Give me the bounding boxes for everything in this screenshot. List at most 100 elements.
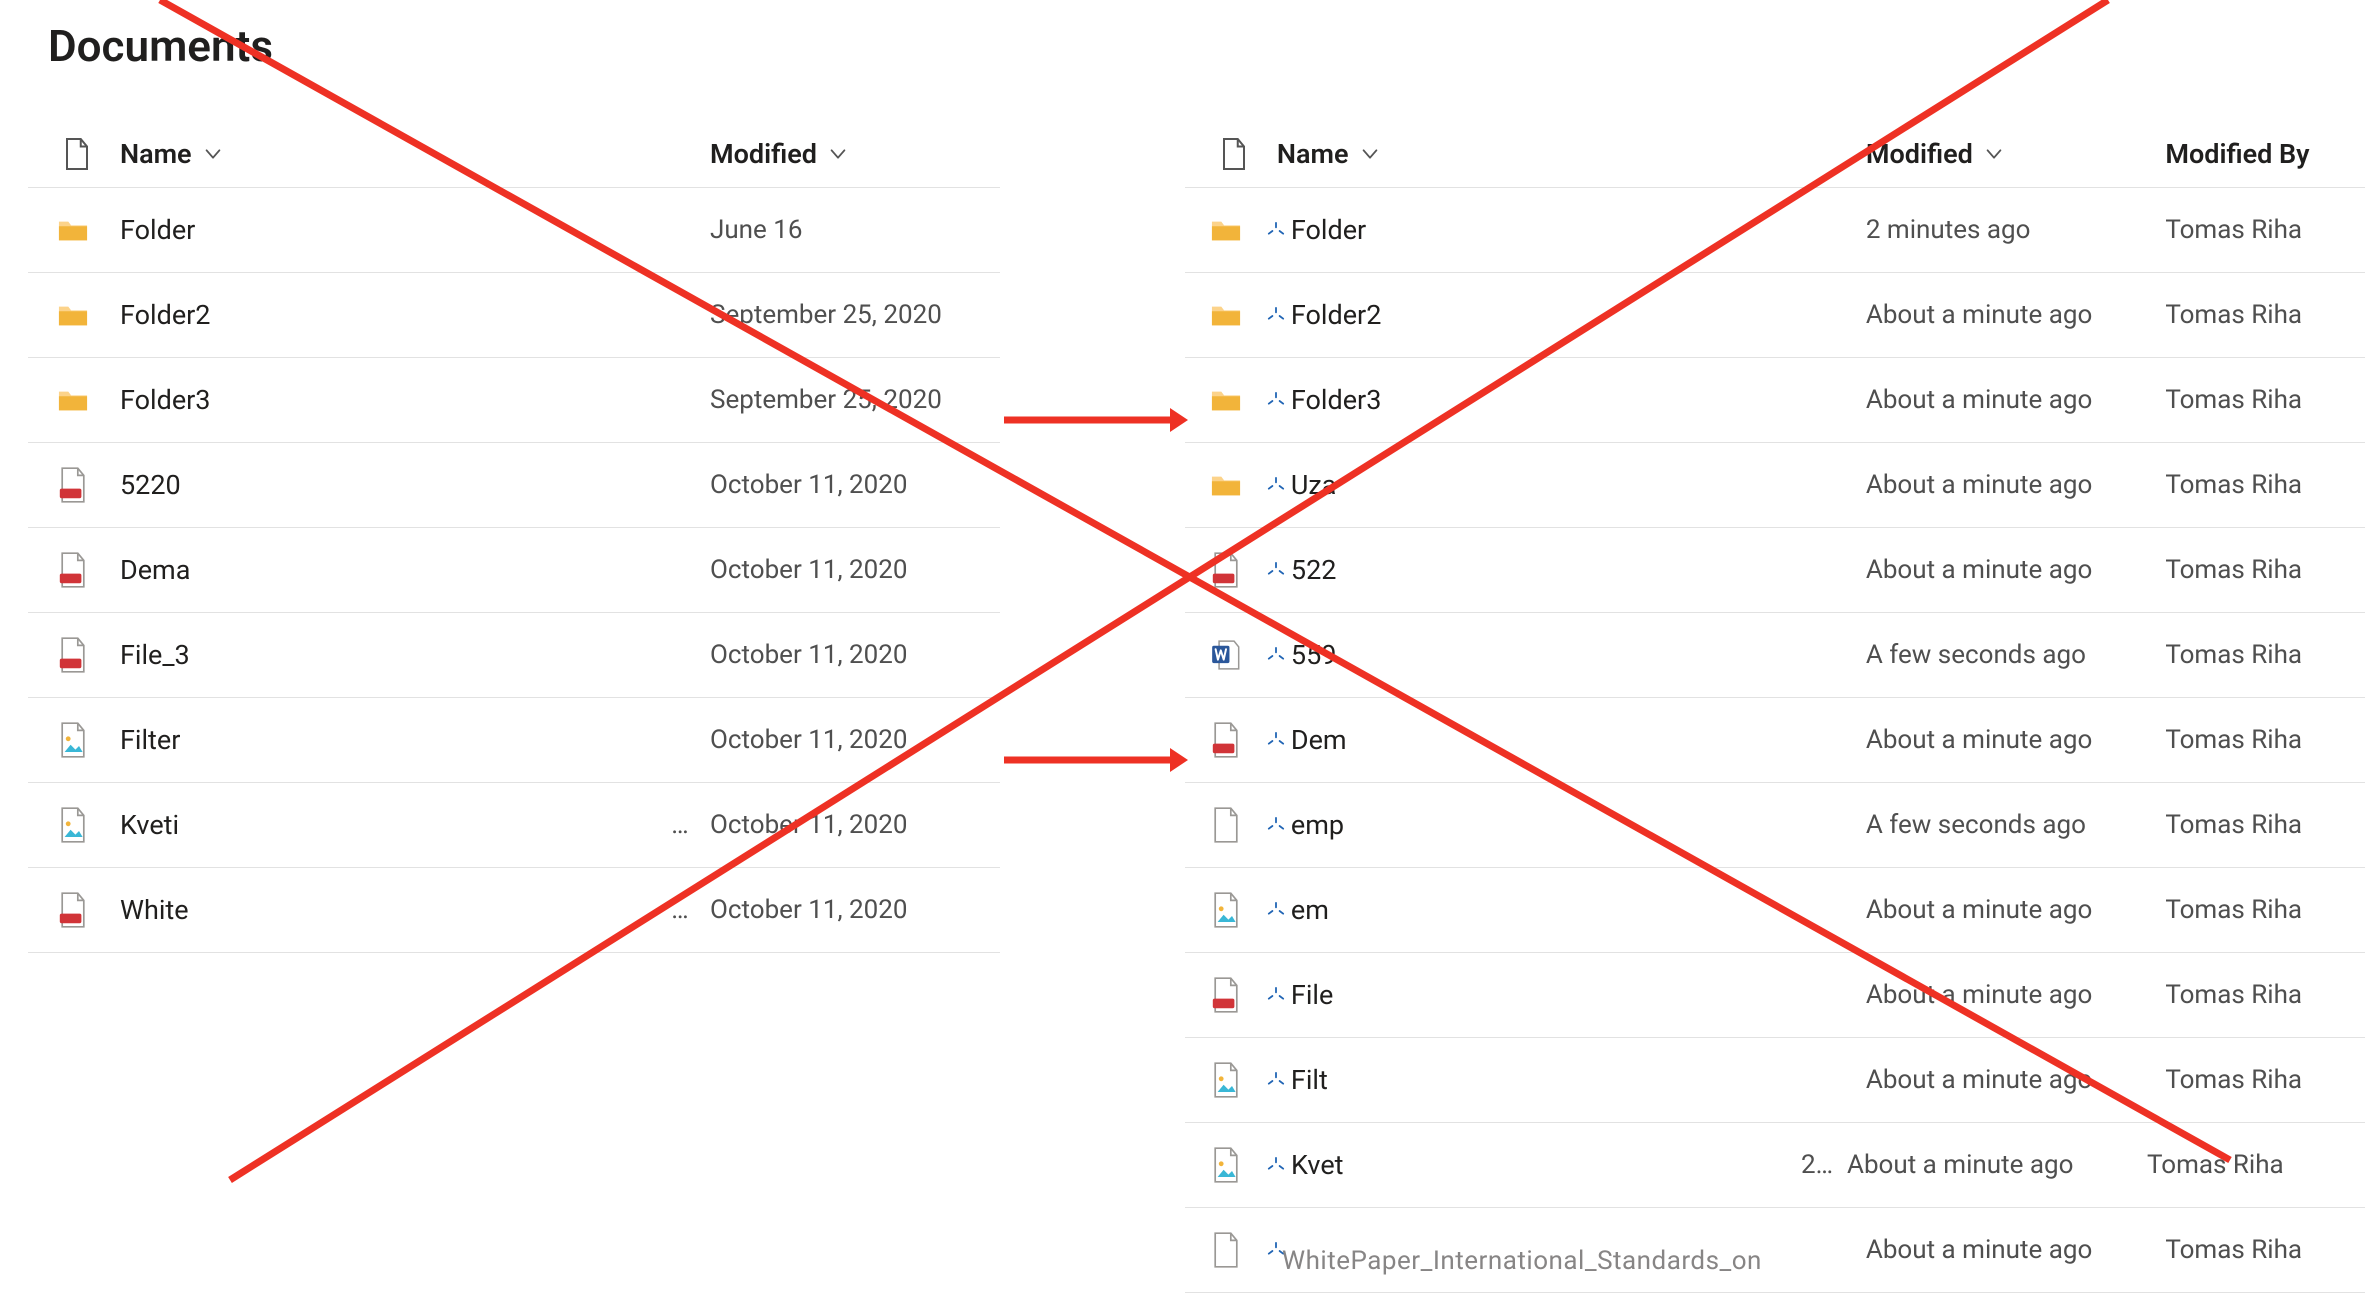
filename-cell[interactable]: Filt <box>1277 1064 1866 1096</box>
arrow-right-annotation <box>1000 405 1190 435</box>
table-row[interactable]: White…October 11, 2020 <box>28 868 1000 953</box>
modified-text: About a minute ago <box>1866 895 2092 925</box>
filename-cell[interactable]: Kvet <box>1277 1149 1787 1181</box>
modified-by-text: Tomas Riha <box>2165 555 2302 585</box>
modified-by-cell: Tomas Riha <box>2165 810 2365 840</box>
column-name[interactable]: Name <box>120 138 710 170</box>
modified-cell: About a minute ago <box>1866 895 2165 925</box>
filename-cell[interactable]: Dem <box>1277 724 1866 756</box>
row-overflow-ellipsis[interactable]: 2… <box>1787 1150 1847 1180</box>
filename-text: File <box>1291 979 1333 1011</box>
modified-text: October 11, 2020 <box>710 895 907 925</box>
filename-cell[interactable]: emp <box>1277 809 1866 841</box>
filename-cell[interactable]: Folder2 <box>120 299 710 331</box>
modified-by-text: Tomas Riha <box>2165 810 2302 840</box>
modified-cell: October 11, 2020 <box>710 640 970 670</box>
folder-icon <box>1211 382 1241 418</box>
row-overflow-ellipsis[interactable]: … <box>650 810 710 840</box>
filename-text: Folder2 <box>1291 299 1381 331</box>
modified-by-cell: Tomas Riha <box>2165 300 2365 330</box>
column-modified[interactable]: Modified <box>710 138 970 170</box>
modified-cell: About a minute ago <box>1866 555 2165 585</box>
modified-cell: June 16 <box>710 215 970 245</box>
filename-cell[interactable]: File <box>1277 979 1866 1011</box>
file-type-cell <box>1185 297 1277 333</box>
modified-by-cell: Tomas Riha <box>2165 470 2365 500</box>
file-type-cell <box>28 722 120 758</box>
table-row[interactable]: Folder2 minutes agoTomas Riha <box>1185 188 2365 273</box>
file-type-cell <box>1185 552 1277 588</box>
filename-cell[interactable]: 522 <box>1277 554 1866 586</box>
table-row[interactable]: Kvet2…About a minute agoTomas Riha <box>1185 1123 2365 1208</box>
filename-cell[interactable]: Folder3 <box>120 384 710 416</box>
table-row[interactable]: FilterOctober 11, 2020 <box>28 698 1000 783</box>
filename-cell[interactable]: Kveti <box>120 809 650 841</box>
table-row[interactable]: DemaOctober 11, 2020 <box>28 528 1000 613</box>
modified-text: 2 minutes ago <box>1866 215 2031 245</box>
file-type-cell <box>1185 977 1277 1013</box>
table-header: Name Modified Modified By <box>1185 120 2365 188</box>
filename-cell[interactable]: Folder3 <box>1277 384 1866 416</box>
filename-cell[interactable]: File_3 <box>120 639 710 671</box>
table-row[interactable]: Folder3September 25, 2020 <box>28 358 1000 443</box>
table-row[interactable]: 522About a minute agoTomas Riha <box>1185 528 2365 613</box>
table-row[interactable]: FileAbout a minute agoTomas Riha <box>1185 953 2365 1038</box>
filename-cell[interactable]: White <box>120 894 650 926</box>
modified-text: September 25, 2020 <box>710 385 942 415</box>
filename-cell[interactable]: 559 <box>1277 639 1866 671</box>
file-type-cell <box>1185 1232 1277 1268</box>
column-name[interactable]: Name <box>1277 138 1866 170</box>
table-row[interactable]: UzaAbout a minute agoTomas Riha <box>1185 443 2365 528</box>
file-type-cell <box>1185 382 1277 418</box>
table-row[interactable]: FiltAbout a minute agoTomas Riha <box>1185 1038 2365 1123</box>
arrow-right-annotation <box>1000 745 1190 775</box>
filename-cell[interactable]: 5220 <box>120 469 710 501</box>
image-icon <box>1211 1062 1241 1098</box>
column-modified-by[interactable]: Modified By <box>2165 138 2365 170</box>
table-row[interactable]: emAbout a minute ago Tomas Riha <box>1185 868 2365 953</box>
filename-cell[interactable]: Folder2 <box>1277 299 1866 331</box>
column-modified[interactable]: Modified <box>1866 138 2165 170</box>
new-item-tick-icon <box>1267 392 1285 410</box>
filename-text: Uza <box>1291 469 1337 501</box>
column-name-label: Name <box>1277 138 1349 170</box>
filename-text: File_3 <box>120 639 190 671</box>
right-document-list: Name Modified Modified By Folder 2 minute… <box>1185 120 2365 1293</box>
table-row[interactable]: 5220October 11, 2020 <box>28 443 1000 528</box>
table-row[interactable]: Folder June 16 <box>28 188 1000 273</box>
row-overflow-ellipsis[interactable]: … <box>650 895 710 925</box>
filename-text: Folder <box>1291 214 1366 246</box>
filename-text: Dem <box>1291 724 1347 756</box>
filename-cell[interactable]: Folder <box>1277 214 1866 246</box>
modified-text: October 11, 2020 <box>710 640 907 670</box>
filename-cell[interactable]: Filter <box>120 724 710 756</box>
modified-by-cell: Tomas Riha <box>2165 980 2365 1010</box>
modified-cell: September 25, 2020 <box>710 385 970 415</box>
table-row[interactable]: 559A few seconds agoTomas Riha <box>1185 613 2365 698</box>
modified-by-text: Tomas Riha <box>2165 895 2302 925</box>
table-row[interactable]: Dem About a minute ago Tomas Riha <box>1185 698 2365 783</box>
modified-cell: About a minute ago <box>1866 385 2165 415</box>
table-row[interactable]: Folder3About a minute agoTomas Riha <box>1185 358 2365 443</box>
table-row[interactable]: Folder2September 25, 2020 <box>28 273 1000 358</box>
modified-cell: About a minute ago <box>1847 1150 2147 1180</box>
column-item-type[interactable] <box>1185 136 1277 172</box>
filename-cell[interactable]: Uza <box>1277 469 1866 501</box>
modified-cell: October 11, 2020 <box>710 895 970 925</box>
modified-text: About a minute ago <box>1866 725 2092 755</box>
chevron-down-icon <box>827 143 849 165</box>
filename-cell[interactable]: em <box>1277 894 1866 926</box>
modified-by-text: Tomas Riha <box>2165 725 2302 755</box>
file-type-cell <box>28 552 120 588</box>
table-row[interactable]: Folder2About a minute agoTomas Riha <box>1185 273 2365 358</box>
column-modified-label: Modified <box>1866 138 1973 170</box>
table-row[interactable]: File_3 October 11, 2020 <box>28 613 1000 698</box>
filename-cell[interactable]: Folder <box>120 214 710 246</box>
filename-cell[interactable]: Dema <box>120 554 710 586</box>
filename-text: 5220 <box>120 469 181 501</box>
column-item-type[interactable] <box>28 136 120 172</box>
table-row[interactable]: Kveti…October 11, 2020 <box>28 783 1000 868</box>
table-row[interactable]: empA few seconds agoTomas Riha <box>1185 783 2365 868</box>
file-header-icon <box>62 136 92 172</box>
filename-text: Folder <box>120 214 195 246</box>
